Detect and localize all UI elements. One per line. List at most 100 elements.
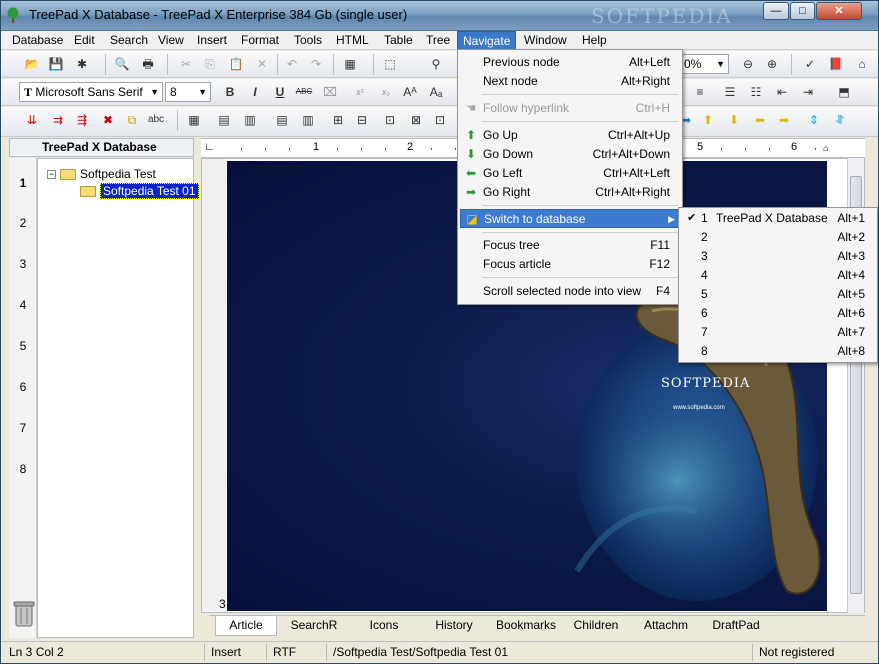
menu-item-next-node[interactable]: Next node Alt+Right	[460, 72, 680, 91]
find-binoculars-icon[interactable]: ⚲	[427, 55, 445, 73]
tree-node-selected[interactable]: Softpedia Test 01	[80, 183, 199, 199]
move-up-icon[interactable]: ⬆	[699, 111, 717, 129]
menu-item-go-left[interactable]: ⬅ Go Left Ctrl+Alt+Left	[460, 164, 680, 183]
node-child-icon[interactable]: ⇶	[73, 111, 91, 129]
save-icon[interactable]: 💾	[47, 55, 65, 73]
zoom-out-icon[interactable]: ⊖	[739, 55, 757, 73]
table-icon[interactable]: ▦	[185, 111, 203, 129]
menu-navigate[interactable]: Navigate	[457, 31, 517, 50]
table-props-icon[interactable]: ⊡	[381, 111, 399, 129]
database-slot-1[interactable]: ✔ 1 TreePad X Database Alt+1	[681, 209, 875, 228]
node-copy-icon[interactable]: ⧉	[123, 111, 141, 129]
table-border-icon[interactable]: ⊡	[431, 111, 449, 129]
font-size-select[interactable]: 8 ▼	[165, 82, 211, 102]
print-preview-icon[interactable]: 🔍	[113, 55, 131, 73]
subscript-icon[interactable]: x₂	[377, 83, 395, 101]
underline-icon[interactable]: U	[271, 83, 289, 101]
menu-tools[interactable]: Tools	[289, 31, 327, 50]
table-insert-row-icon[interactable]: ▤	[273, 111, 291, 129]
menu-window[interactable]: Window	[519, 31, 572, 50]
menu-view[interactable]: View	[153, 31, 189, 50]
bold-icon[interactable]: B	[221, 83, 239, 101]
menu-tree[interactable]: Tree	[421, 31, 455, 50]
font-shrink-icon[interactable]: Aₐ	[427, 83, 445, 101]
paragraph-icon[interactable]: ⇥	[799, 83, 817, 101]
menu-item-focus-tree[interactable]: Focus tree F11	[460, 236, 680, 255]
menu-item-previous-node[interactable]: Previous node Alt+Left	[460, 53, 680, 72]
outdent-icon[interactable]: ⇤	[773, 83, 791, 101]
trash-icon[interactable]	[13, 599, 35, 627]
node-insert-icon[interactable]: ⇊	[23, 111, 41, 129]
menu-html[interactable]: HTML	[331, 31, 374, 50]
menu-item-switch-database[interactable]: ◪ Switch to database ▶	[460, 209, 680, 228]
close-button[interactable]: ✕	[816, 2, 862, 20]
tree-node[interactable]: − Softpedia Test	[47, 167, 156, 181]
menu-format[interactable]: Format	[236, 31, 284, 50]
table-row-icon[interactable]: ▤	[215, 111, 233, 129]
database-slot-7[interactable]: 7 Alt+7	[681, 323, 875, 342]
spellcheck-icon[interactable]: ✓	[801, 55, 819, 73]
tab-bookmarks[interactable]: Bookmarks	[491, 616, 561, 636]
new-node-icon[interactable]: ✱	[73, 55, 91, 73]
menu-item-go-up[interactable]: ⬆ Go Up Ctrl+Alt+Up	[460, 126, 680, 145]
paste-icon[interactable]: 📋	[227, 55, 245, 73]
copy-icon[interactable]: ⎘	[201, 55, 219, 73]
move-right-yellow-icon[interactable]: ➡	[775, 111, 793, 129]
move-left-icon[interactable]: ⬅	[751, 111, 769, 129]
table-col-icon[interactable]: ▥	[241, 111, 259, 129]
color-icon[interactable]: ⬒	[835, 83, 853, 101]
print-icon[interactable]: 🖶	[139, 55, 157, 73]
dictionary-icon[interactable]: 📕	[827, 55, 845, 73]
database-slot-4[interactable]: 4 Alt+4	[681, 266, 875, 285]
collapse-icon[interactable]: ⥯	[831, 111, 849, 129]
collapse-toggle[interactable]: −	[47, 170, 56, 180]
tree-pane[interactable]: − Softpedia Test Softpedia Test 01	[37, 158, 199, 638]
database-slot-2[interactable]: 2 Alt+2	[681, 228, 875, 247]
numbering-icon[interactable]: ☷	[747, 83, 765, 101]
strikethrough-icon[interactable]: ABC	[295, 83, 313, 101]
zoom-select[interactable]: 0% ▼	[679, 54, 729, 74]
table-delete-row-icon[interactable]: ▥	[299, 111, 317, 129]
menu-item-focus-article[interactable]: Focus article F12	[460, 255, 680, 274]
menu-item-follow-hyperlink[interactable]: ☚ Follow hyperlink Ctrl+H	[460, 99, 680, 118]
database-slot-3[interactable]: 3 Alt+3	[681, 247, 875, 266]
menu-item-scroll-into-view[interactable]: Scroll selected node into view F4	[460, 282, 680, 301]
table-cell-icon[interactable]: ⊠	[407, 111, 425, 129]
tab-history[interactable]: History	[421, 616, 487, 636]
menu-edit[interactable]: Edit	[69, 31, 100, 50]
menu-item-go-right[interactable]: ➡ Go Right Ctrl+Alt+Right	[460, 183, 680, 202]
node-add-icon[interactable]: ⇉	[49, 111, 67, 129]
table-split-icon[interactable]: ⊟	[353, 111, 371, 129]
rename-icon[interactable]: abc	[147, 111, 165, 129]
menu-insert[interactable]: Insert	[192, 31, 232, 50]
redo-icon[interactable]: ↷	[307, 55, 325, 73]
database-slot-6[interactable]: 6 Alt+6	[681, 304, 875, 323]
minimize-button[interactable]: —	[763, 2, 789, 20]
database-slot-5[interactable]: 5 Alt+5	[681, 285, 875, 304]
maximize-button[interactable]: □	[790, 2, 815, 20]
menu-table[interactable]: Table	[379, 31, 418, 50]
tab-draftpad[interactable]: DraftPad	[703, 616, 769, 636]
move-down-icon[interactable]: ⬇	[725, 111, 743, 129]
database-slot-8[interactable]: 8 Alt+8	[681, 342, 875, 361]
expand-icon[interactable]: ⇕	[805, 111, 823, 129]
node-delete-icon[interactable]: ✖	[99, 111, 117, 129]
superscript-icon[interactable]: x²	[351, 83, 369, 101]
insert-date-icon[interactable]: ▦	[341, 55, 359, 73]
zoom-in-icon[interactable]: ⊕	[763, 55, 781, 73]
extra-tool-icon[interactable]: ⌂	[853, 55, 871, 73]
font-name-select[interactable]: T Microsoft Sans Serif ▼	[19, 82, 163, 102]
menu-help[interactable]: Help	[577, 31, 612, 50]
table-merge-icon[interactable]: ⊞	[329, 111, 347, 129]
tab-children[interactable]: Children	[563, 616, 629, 636]
open-folder-icon[interactable]: 📂	[23, 55, 41, 73]
bullets-icon[interactable]: ☰	[721, 83, 739, 101]
cut-icon[interactable]: ✂	[177, 55, 195, 73]
delete-icon[interactable]: ✕	[253, 55, 271, 73]
tab-searchr[interactable]: SearchR	[281, 616, 347, 636]
tab-attachments[interactable]: Attachm	[633, 616, 699, 636]
tab-stop-icon[interactable]: ∟	[204, 141, 215, 153]
font-grow-icon[interactable]: Aᴬ	[401, 83, 419, 101]
italic-icon[interactable]: I	[246, 83, 264, 101]
export-icon[interactable]: ⬚	[381, 55, 399, 73]
